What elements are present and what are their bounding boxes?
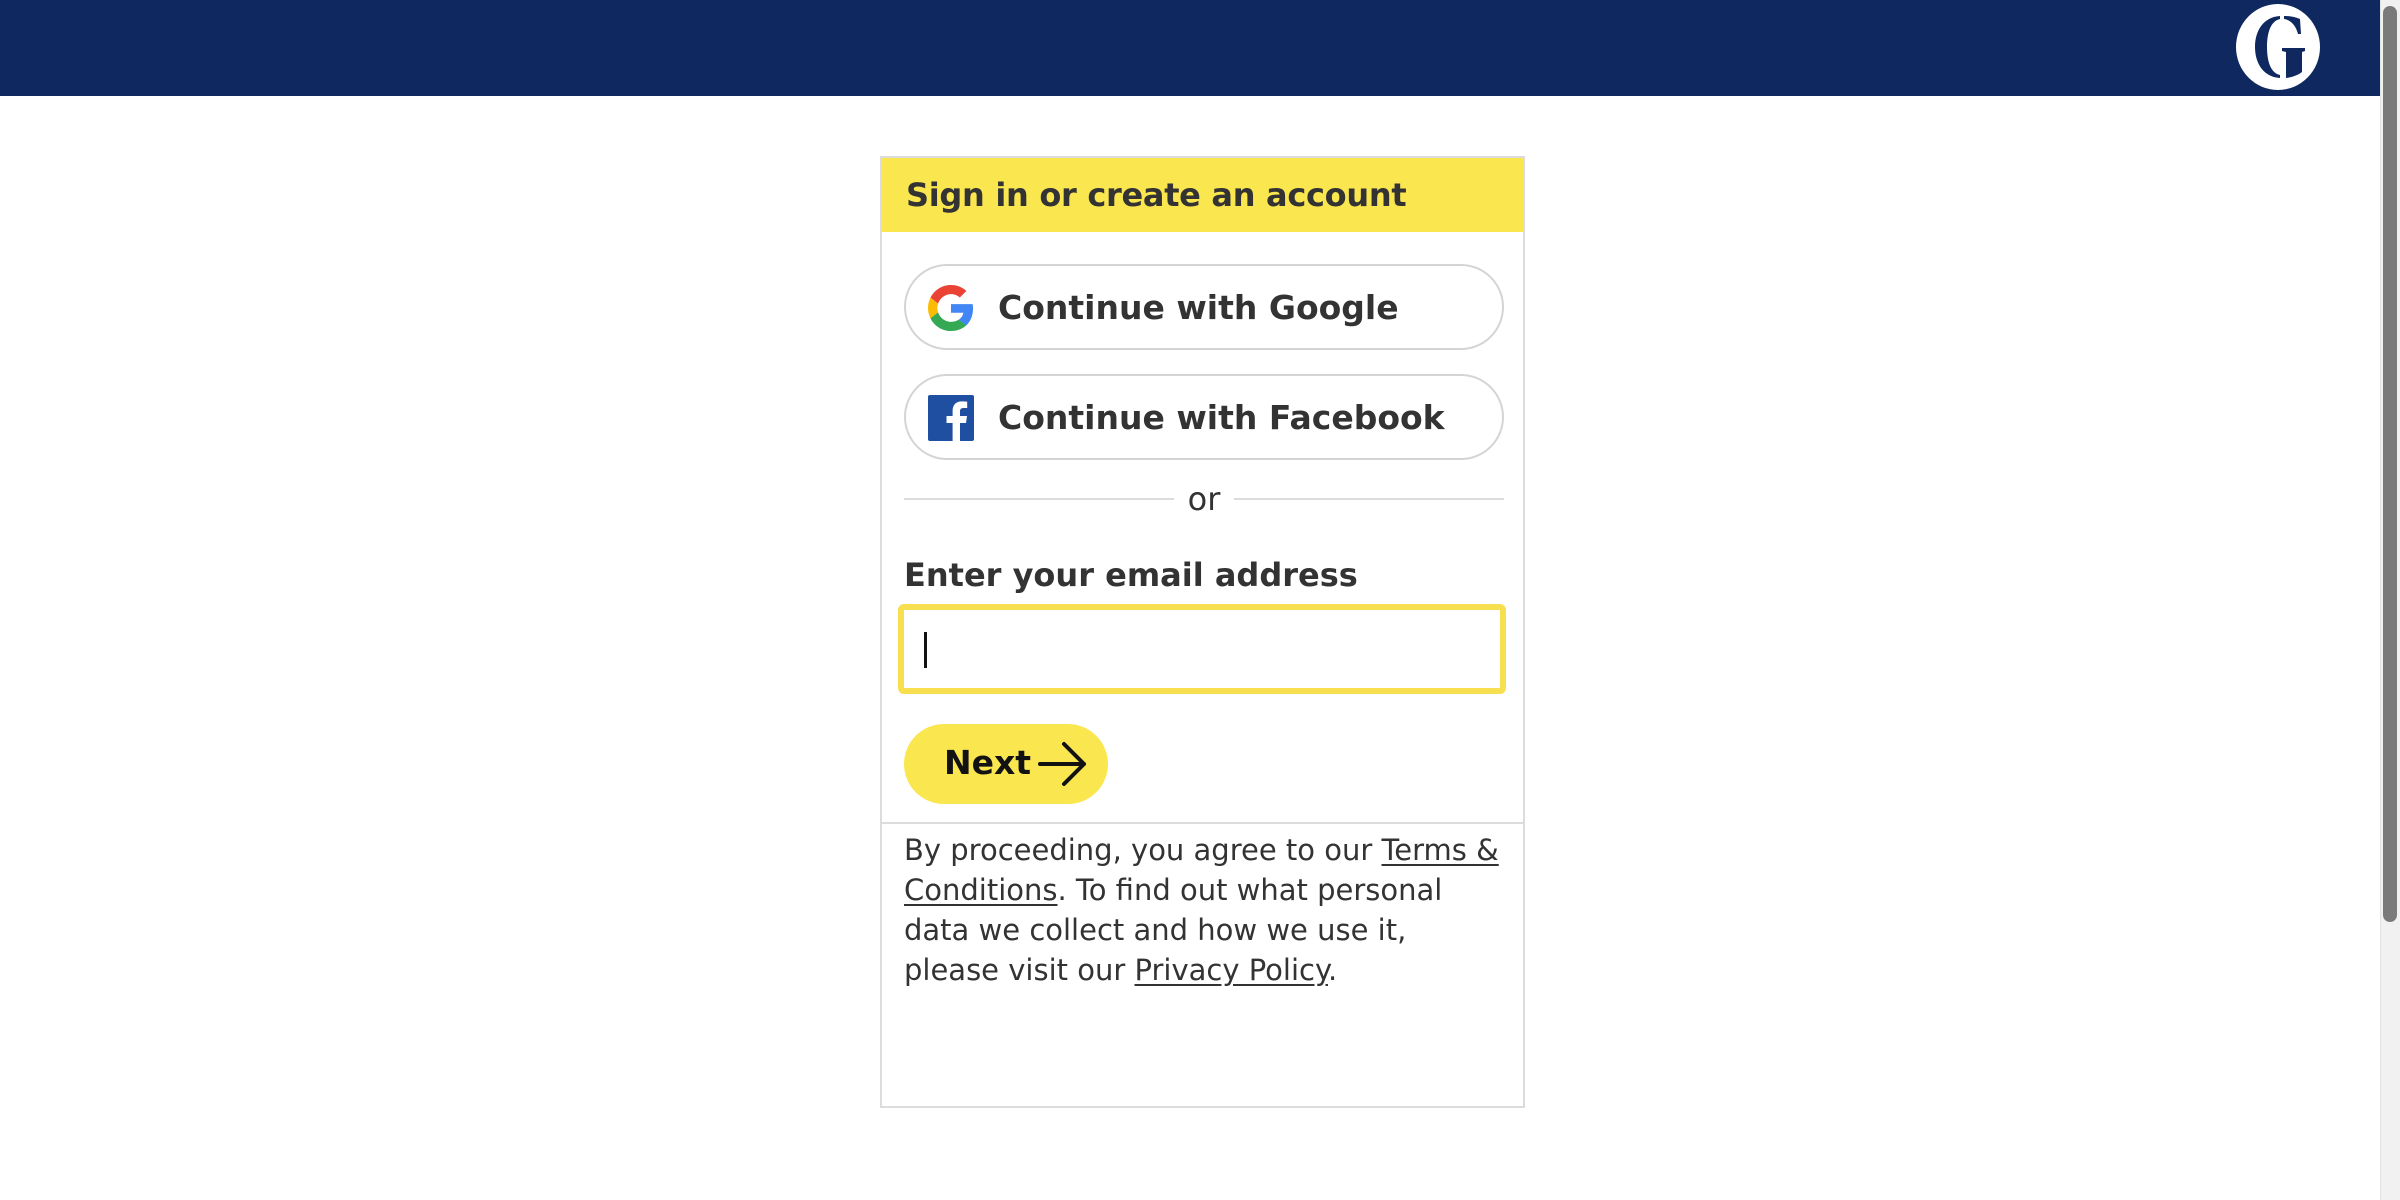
or-divider: or [904,478,1504,518]
email-input[interactable] [898,604,1506,694]
privacy-policy-link[interactable]: Privacy Policy [1135,953,1329,987]
sign-in-card: Sign in or create an account Continue wi… [880,156,1525,1108]
next-button[interactable]: Next [904,724,1108,804]
section-separator [882,822,1523,824]
text-caret [924,632,927,668]
card-header: Sign in or create an account [882,158,1523,232]
legal-notice: By proceeding, you agree to our Terms & … [904,830,1504,990]
top-bar [0,0,2400,96]
continue-with-facebook-button[interactable]: Continue with Facebook [904,374,1504,460]
facebook-icon [928,395,974,441]
scrollbar-thumb[interactable] [2383,6,2397,922]
next-button-label: Next [944,743,1032,782]
card-title: Sign in or create an account [906,176,1407,214]
legal-text: . [1328,953,1338,987]
google-icon [928,285,974,331]
divider-line [1234,498,1504,500]
continue-with-google-button[interactable]: Continue with Google [904,264,1504,350]
email-label: Enter your email address [904,556,1358,594]
guardian-logo-icon[interactable] [2236,4,2320,90]
legal-text: By proceeding, you agree to our [904,833,1382,867]
google-button-label: Continue with Google [998,288,1399,327]
arrow-right-icon [1038,742,1086,786]
facebook-button-label: Continue with Facebook [998,398,1445,437]
